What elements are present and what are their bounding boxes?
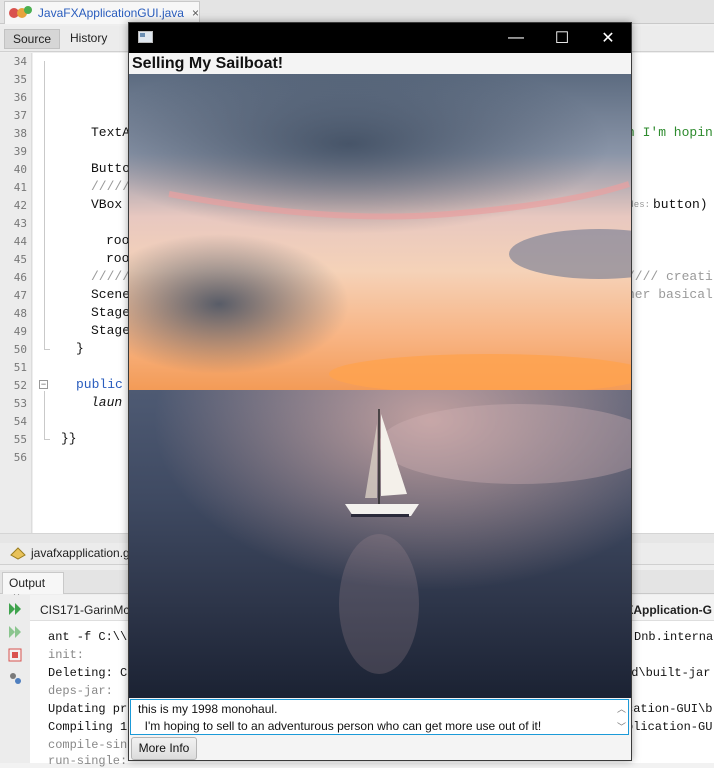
code-fragment: Stage	[91, 323, 131, 338]
fold-guide	[44, 439, 50, 440]
line-number: 53	[13, 397, 27, 410]
line-number: 35	[13, 73, 27, 86]
code-fragment: her basical	[627, 287, 713, 302]
line-number: 34	[13, 55, 27, 68]
code-fragment: n I'm hopin	[627, 125, 713, 140]
output-line: compile-sin	[48, 738, 128, 752]
description-line-1: this is my 1998 monohaul.	[138, 702, 278, 716]
file-node-icon	[10, 547, 26, 560]
code-fragment: //// creati	[627, 269, 713, 284]
minimize-button[interactable]: —	[493, 23, 539, 53]
output-side-toolbar	[0, 595, 30, 763]
history-button[interactable]: History	[62, 29, 115, 49]
close-button[interactable]: ✕	[585, 23, 631, 53]
output-line: Updating pr	[48, 702, 128, 716]
output-line: Compiling 1	[48, 720, 128, 734]
javafx-app-window[interactable]: — ☐ ✕ Selling My Sailboat! this is my 19…	[128, 22, 632, 761]
java-file-icon	[9, 5, 34, 21]
fold-guide	[44, 349, 50, 350]
code-fragment: }}	[61, 431, 77, 446]
line-number: 46	[13, 271, 27, 284]
code-fragment: laun	[91, 395, 123, 410]
line-number: 38	[13, 127, 27, 140]
sailboat-photo	[129, 74, 631, 698]
chevron-down-icon[interactable]: ﹀	[617, 719, 626, 736]
line-number: 48	[13, 307, 27, 320]
file-tab-label: JavaFXApplicationGUI.java	[37, 6, 184, 20]
page-title: Selling My Sailboat!	[132, 55, 284, 72]
output-line: ant -f C:\\	[48, 630, 128, 644]
output-line: deps-jar:	[48, 684, 113, 698]
line-number: 41	[13, 181, 27, 194]
code-fragment: }	[76, 341, 84, 356]
run-header-label: CIS171-GarinMc	[40, 603, 130, 617]
line-number: 44	[13, 235, 27, 248]
line-number: 39	[13, 145, 27, 158]
code-fragment: /////	[91, 269, 131, 284]
fold-guide	[44, 391, 45, 439]
source-button[interactable]: Source	[4, 29, 61, 49]
code-fragment: VBox	[91, 197, 123, 212]
line-number: 49	[13, 325, 27, 338]
output-line-tail: cation-GUI\b	[626, 702, 713, 716]
output-line: init:	[48, 648, 85, 662]
chevron-up-icon[interactable]: ︿	[617, 701, 626, 718]
file-tab[interactable]: JavaFXApplicationGUI.java ×	[4, 1, 200, 24]
run-header-label-right: XApplication-G	[625, 603, 712, 617]
line-number: 45	[13, 253, 27, 266]
line-number: 42	[13, 199, 27, 212]
rerun-icon[interactable]	[8, 602, 22, 616]
line-number: 36	[13, 91, 27, 104]
code-fragment: button)	[653, 197, 708, 212]
description-line-2: I'm hoping to sell to an adventurous per…	[138, 719, 542, 733]
line-number: 56	[13, 451, 27, 464]
description-textarea[interactable]: this is my 1998 monohaul. I'm hoping to …	[130, 699, 629, 735]
navigator-tab[interactable]: javafxapplication.g	[10, 546, 130, 560]
rerun-with-params-icon[interactable]	[8, 625, 22, 639]
output-line-tail: plication-GU	[626, 720, 713, 734]
output-tab-label: Output	[9, 576, 46, 590]
code-fragment: Scene	[91, 287, 131, 302]
maximize-button[interactable]: ☐	[539, 23, 585, 53]
line-number-gutter: 34 35 36 37 38 39 40 41 42 43 44 45 46 4…	[0, 53, 32, 533]
line-number: 52	[13, 379, 27, 392]
settings-icon[interactable]	[8, 671, 22, 685]
output-line: run-single:	[48, 754, 128, 768]
line-number: 50	[13, 343, 27, 356]
fold-toggle-icon[interactable]: −	[39, 380, 48, 389]
code-fragment: Butto	[91, 161, 131, 176]
output-line-tail: ld\built-jar	[624, 666, 711, 680]
textarea-scrollbar[interactable]: ︿ ﹀	[615, 701, 627, 733]
stop-icon[interactable]	[8, 648, 22, 662]
line-number: 51	[13, 361, 27, 374]
output-line-tail: Dnb.internal	[634, 630, 714, 644]
code-fragment: /////	[91, 179, 131, 194]
close-icon[interactable]: ×	[192, 6, 199, 20]
window-title-bar[interactable]: — ☐ ✕	[129, 23, 631, 53]
line-number: 43	[13, 217, 27, 230]
more-info-button[interactable]: More Info	[131, 737, 197, 760]
line-number: 37	[13, 109, 27, 122]
output-tab[interactable]: Output ×	[2, 572, 64, 604]
code-fragment: TextA	[91, 125, 131, 140]
app-window-icon	[138, 31, 153, 43]
fold-guide	[44, 61, 45, 349]
navigator-tab-label: javafxapplication.g	[31, 546, 130, 560]
line-number: 47	[13, 289, 27, 302]
code-fragment: public	[76, 377, 123, 392]
output-line: Deleting: C	[48, 666, 128, 680]
line-number: 54	[13, 415, 27, 428]
line-number: 55	[13, 433, 27, 446]
code-fragment: Stage	[91, 305, 131, 320]
editor-tab-bar: JavaFXApplicationGUI.java ×	[0, 0, 714, 24]
line-number: 40	[13, 163, 27, 176]
